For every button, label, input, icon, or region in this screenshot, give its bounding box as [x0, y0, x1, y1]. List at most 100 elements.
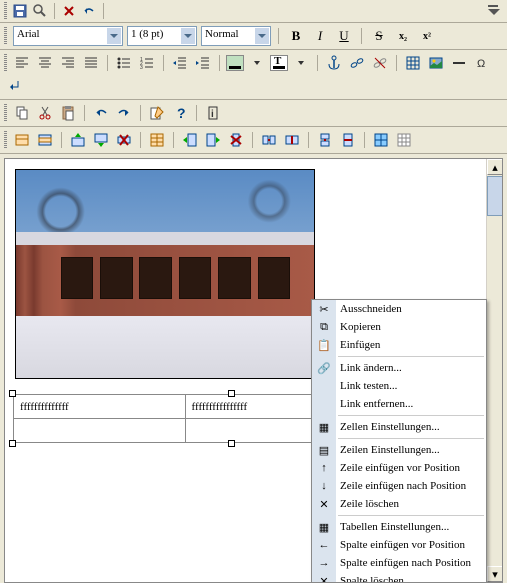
- separator: [54, 3, 55, 19]
- menu-label: Link ändern...: [340, 362, 402, 374]
- menu-table-settings[interactable]: ▦Tabellen Einstellungen...: [312, 518, 486, 536]
- resize-handle[interactable]: [9, 390, 16, 397]
- col-delete-icon[interactable]: [226, 130, 246, 150]
- menu-link-remove[interactable]: Link entfernen...: [312, 395, 486, 413]
- menu-col-delete[interactable]: ✕Spalte löschen: [312, 572, 486, 583]
- align-right-icon[interactable]: [58, 53, 78, 73]
- menu-col-after[interactable]: →Spalte einfügen nach Position: [312, 554, 486, 572]
- scroll-up-icon[interactable]: ▴: [487, 159, 503, 175]
- editor-canvas[interactable]: ffffffffffffff ffffffffffffffff Lff ▴ ▾ …: [4, 158, 503, 583]
- col-insert-after-icon[interactable]: [203, 130, 223, 150]
- table-icon: ▦: [316, 519, 332, 535]
- copy-icon[interactable]: [12, 103, 32, 123]
- menu-row-after[interactable]: ↓Zeile einfügen nach Position: [312, 477, 486, 495]
- row-delete-icon[interactable]: [114, 130, 134, 150]
- undo-icon[interactable]: [80, 2, 98, 20]
- superscript-button[interactable]: x²: [417, 26, 437, 46]
- help-icon[interactable]: ?: [170, 103, 190, 123]
- hr-icon[interactable]: [449, 53, 469, 73]
- table-props-icon[interactable]: [147, 130, 167, 150]
- row-insert-after-icon[interactable]: [91, 130, 111, 150]
- menu-row-before[interactable]: ↑Zeile einfügen vor Position: [312, 459, 486, 477]
- font-select[interactable]: Arial: [13, 26, 123, 46]
- vertical-scrollbar[interactable]: ▴ ▾: [486, 159, 502, 582]
- menu-copy[interactable]: ⧉Kopieren: [312, 318, 486, 336]
- insert-icon: ←: [316, 537, 332, 553]
- table-toolbar: [0, 127, 507, 154]
- paste-icon[interactable]: [58, 103, 78, 123]
- cut-icon[interactable]: [35, 103, 55, 123]
- align-left-icon[interactable]: [12, 53, 32, 73]
- resize-handle[interactable]: [9, 440, 16, 447]
- table-icon[interactable]: [403, 53, 423, 73]
- save-icon[interactable]: [11, 2, 29, 20]
- copy-icon: ⧉: [316, 319, 332, 335]
- menu-row-settings[interactable]: ▤Zeilen Einstellungen...: [312, 441, 486, 459]
- find-icon[interactable]: [31, 2, 49, 20]
- insert-icon: →: [316, 555, 332, 571]
- align-justify-icon[interactable]: [81, 53, 101, 73]
- outdent-icon[interactable]: [170, 53, 190, 73]
- subscript-button[interactable]: x₂: [393, 26, 413, 46]
- textcolor-picker[interactable]: T: [270, 55, 288, 71]
- list-bullet-icon[interactable]: [114, 53, 134, 73]
- dropdown-icon[interactable]: [247, 53, 267, 73]
- dropdown-icon[interactable]: [291, 53, 311, 73]
- table-cell[interactable]: [14, 419, 186, 443]
- link-icon[interactable]: [347, 53, 367, 73]
- grip: [4, 27, 7, 45]
- menu-link-edit[interactable]: 🔗Link ändern...: [312, 359, 486, 377]
- size-select[interactable]: 1 (8 pt): [127, 26, 197, 46]
- row-props-icon[interactable]: [35, 130, 55, 150]
- menu-label: Zeile löschen: [340, 498, 399, 510]
- row-insert-before-icon[interactable]: [68, 130, 88, 150]
- split-row-icon[interactable]: [338, 130, 358, 150]
- resize-handle[interactable]: [228, 440, 235, 447]
- anchor-icon[interactable]: [324, 53, 344, 73]
- grip: [4, 54, 7, 72]
- svg-text:i: i: [211, 109, 214, 120]
- table-grid-icon[interactable]: [394, 130, 414, 150]
- scroll-down-icon[interactable]: ▾: [487, 566, 503, 582]
- merge-down-icon[interactable]: [315, 130, 335, 150]
- close-icon[interactable]: [60, 2, 78, 20]
- select-table-icon[interactable]: [371, 130, 391, 150]
- bold-button[interactable]: B: [286, 26, 306, 46]
- menu-link-test[interactable]: Link testen...: [312, 377, 486, 395]
- merge-cells-icon[interactable]: [259, 130, 279, 150]
- style-select[interactable]: Normal: [201, 26, 271, 46]
- insert-icon: ↓: [316, 478, 332, 494]
- menu-separator: [338, 356, 484, 357]
- col-insert-before-icon[interactable]: [180, 130, 200, 150]
- undo2-icon[interactable]: [91, 103, 111, 123]
- indent-icon[interactable]: [193, 53, 213, 73]
- menu-label: Einfügen: [340, 339, 380, 351]
- split-cells-icon[interactable]: [282, 130, 302, 150]
- menu-cut[interactable]: ✂Ausschneiden: [312, 300, 486, 318]
- redo-icon[interactable]: [114, 103, 134, 123]
- separator: [219, 55, 220, 71]
- list-number-icon[interactable]: 123: [137, 53, 157, 73]
- image-icon[interactable]: [426, 53, 446, 73]
- unlink-icon[interactable]: [370, 53, 390, 73]
- underline-button[interactable]: U: [334, 26, 354, 46]
- edit-icon[interactable]: [147, 103, 167, 123]
- info-icon[interactable]: i: [203, 103, 223, 123]
- menu-row-delete[interactable]: ✕Zeile löschen: [312, 495, 486, 513]
- bgcolor-picker[interactable]: [226, 55, 244, 71]
- strike-button[interactable]: S: [369, 26, 389, 46]
- cell-props-icon[interactable]: [12, 130, 32, 150]
- scroll-thumb[interactable]: [487, 176, 503, 216]
- menu-col-before[interactable]: ←Spalte einfügen vor Position: [312, 536, 486, 554]
- resize-handle[interactable]: [228, 390, 235, 397]
- char-icon[interactable]: Ω: [472, 53, 492, 73]
- menu-icon[interactable]: [485, 2, 503, 20]
- table-cell[interactable]: ffffffffffffff: [14, 395, 186, 419]
- align-center-icon[interactable]: [35, 53, 55, 73]
- menu-separator: [338, 415, 484, 416]
- menu-paste[interactable]: 📋Einfügen: [312, 336, 486, 354]
- menu-cell-settings[interactable]: ▦Zellen Einstellungen...: [312, 418, 486, 436]
- image-object[interactable]: [15, 169, 315, 379]
- italic-button[interactable]: I: [310, 26, 330, 46]
- br-icon[interactable]: [4, 76, 24, 96]
